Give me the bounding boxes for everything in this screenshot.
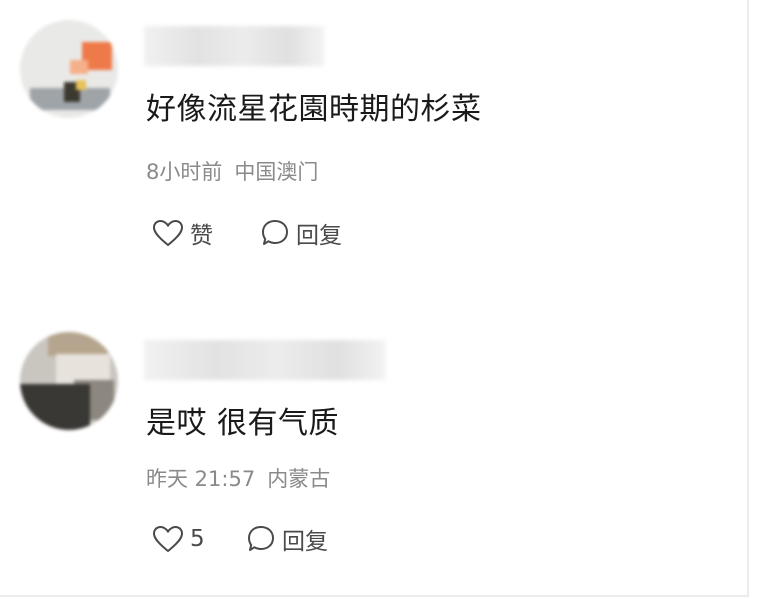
comment-meta: 8小时前 中国澳门	[146, 156, 318, 186]
comment-meta: 昨天 21:57 内蒙古	[146, 463, 330, 493]
comment-location: 内蒙古	[267, 467, 331, 491]
comment-location: 中国澳门	[234, 160, 319, 184]
username-blurred[interactable]	[144, 340, 386, 380]
avatar[interactable]	[20, 20, 118, 118]
heart-outline-icon	[152, 219, 184, 247]
avatar[interactable]	[20, 332, 118, 430]
reply-button[interactable]: 回复	[246, 521, 328, 557]
avatar-blur-block	[76, 80, 86, 90]
comment-text: 好像流星花園時期的杉菜	[146, 92, 482, 127]
like-button[interactable]: 5	[152, 521, 205, 557]
heart-outline-icon	[152, 525, 184, 553]
avatar-blur-block	[20, 384, 90, 430]
like-count: 5	[190, 526, 205, 552]
like-button[interactable]: 赞	[152, 215, 213, 251]
username-blurred[interactable]	[144, 26, 324, 66]
comment-panel: 好像流星花園時期的杉菜 8小时前 中国澳门 赞 回复 是哎 很有气质 昨天 21…	[0, 0, 749, 597]
speech-bubble-icon	[262, 220, 288, 245]
avatar-blur-block	[48, 332, 108, 356]
avatar-blur-block	[70, 60, 88, 74]
reply-label: 回复	[282, 529, 328, 555]
comment-time: 昨天 21:57	[146, 467, 256, 491]
comment-time: 8小时前	[146, 160, 223, 184]
reply-button[interactable]: 回复	[260, 215, 342, 251]
speech-bubble-icon	[248, 526, 274, 551]
like-label: 赞	[190, 223, 213, 249]
comment-text: 是哎 很有气质	[146, 406, 340, 441]
reply-label: 回复	[296, 223, 342, 249]
